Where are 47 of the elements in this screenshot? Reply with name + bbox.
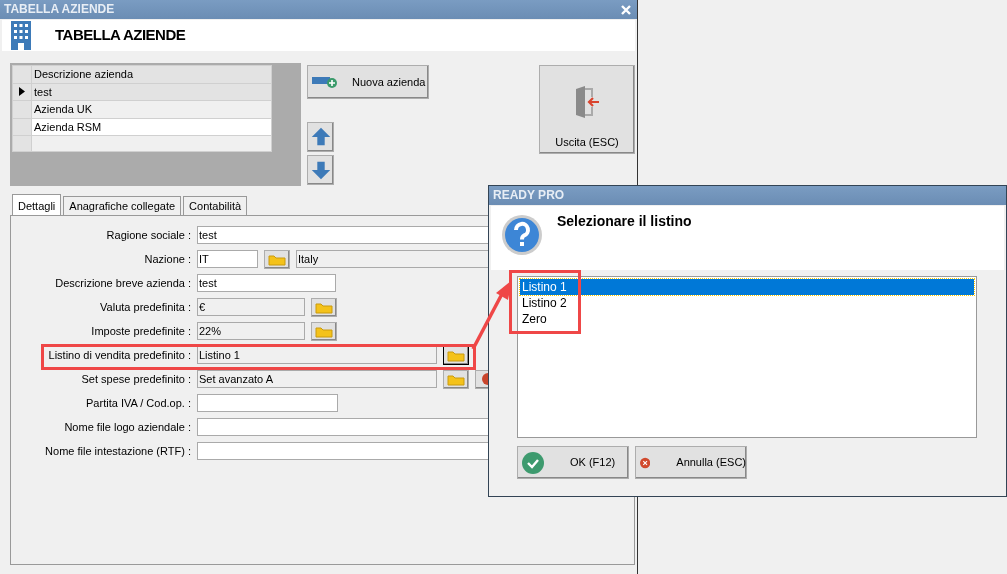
dialog-title: READY PRO [493, 187, 565, 204]
move-down-button[interactable] [307, 155, 334, 185]
field-label: Set spese predefinito : [80, 371, 192, 387]
field-label: Valuta predefinita : [99, 299, 192, 315]
check-icon [522, 451, 544, 474]
window-title: TABELLA AZIENDE [4, 1, 115, 18]
field-label: Partita IVA / Cod.op. : [85, 395, 192, 411]
folder-icon [447, 373, 465, 386]
list-item[interactable]: Listino 2 [520, 295, 974, 311]
row-header-cell [12, 65, 32, 83]
cancel-button[interactable]: Annulla (ESC) [635, 446, 747, 479]
field-label: Nome file logo aziendale : [63, 419, 192, 435]
current-row-icon [19, 87, 25, 97]
ok-button[interactable]: OK (F12) [517, 446, 629, 479]
add-icon [312, 75, 338, 89]
input-field[interactable]: Set avanzato A [197, 370, 437, 388]
input-field[interactable]: € [197, 298, 305, 316]
field-label: Nazione : [143, 251, 192, 267]
new-company-button[interactable]: Nuova azienda [307, 65, 429, 99]
field-label: Nome file intestazione (RTF) : [44, 443, 192, 459]
tab[interactable]: Anagrafiche collegate [63, 196, 182, 215]
question-icon [501, 214, 543, 256]
header-title: TABELLA AZIENDE [55, 25, 186, 46]
input-field[interactable]: test [197, 274, 336, 292]
folder-icon [447, 349, 465, 362]
column-header: Descrizione azienda [31, 65, 272, 83]
field-label: Ragione sociale : [105, 227, 192, 243]
field-label: Listino di vendita predefinito : [47, 347, 192, 363]
move-up-button[interactable] [307, 122, 334, 152]
input-field[interactable]: IT [197, 250, 258, 268]
field-label: Imposte predefinite : [90, 323, 192, 339]
input-field[interactable]: 22% [197, 322, 305, 340]
dialog-message: Selezionare il listino [557, 212, 692, 231]
highlight-frame [509, 270, 581, 334]
tab[interactable]: Contabilità [183, 196, 248, 215]
exit-button[interactable]: Uscita (ESC) [539, 65, 635, 154]
list-item[interactable]: Listino 1 [520, 279, 974, 295]
folder-icon [315, 325, 333, 338]
exit-door-icon [574, 85, 600, 118]
field-label: Descrizione breve azienda : [54, 275, 192, 291]
annotation-arrow [471, 280, 512, 350]
list-item[interactable]: Zero [520, 311, 974, 327]
close-icon[interactable] [621, 4, 631, 15]
folder-icon [268, 253, 286, 266]
input-field[interactable] [197, 394, 338, 412]
folder-icon [315, 301, 333, 314]
tab[interactable]: Dettagli [12, 194, 62, 215]
